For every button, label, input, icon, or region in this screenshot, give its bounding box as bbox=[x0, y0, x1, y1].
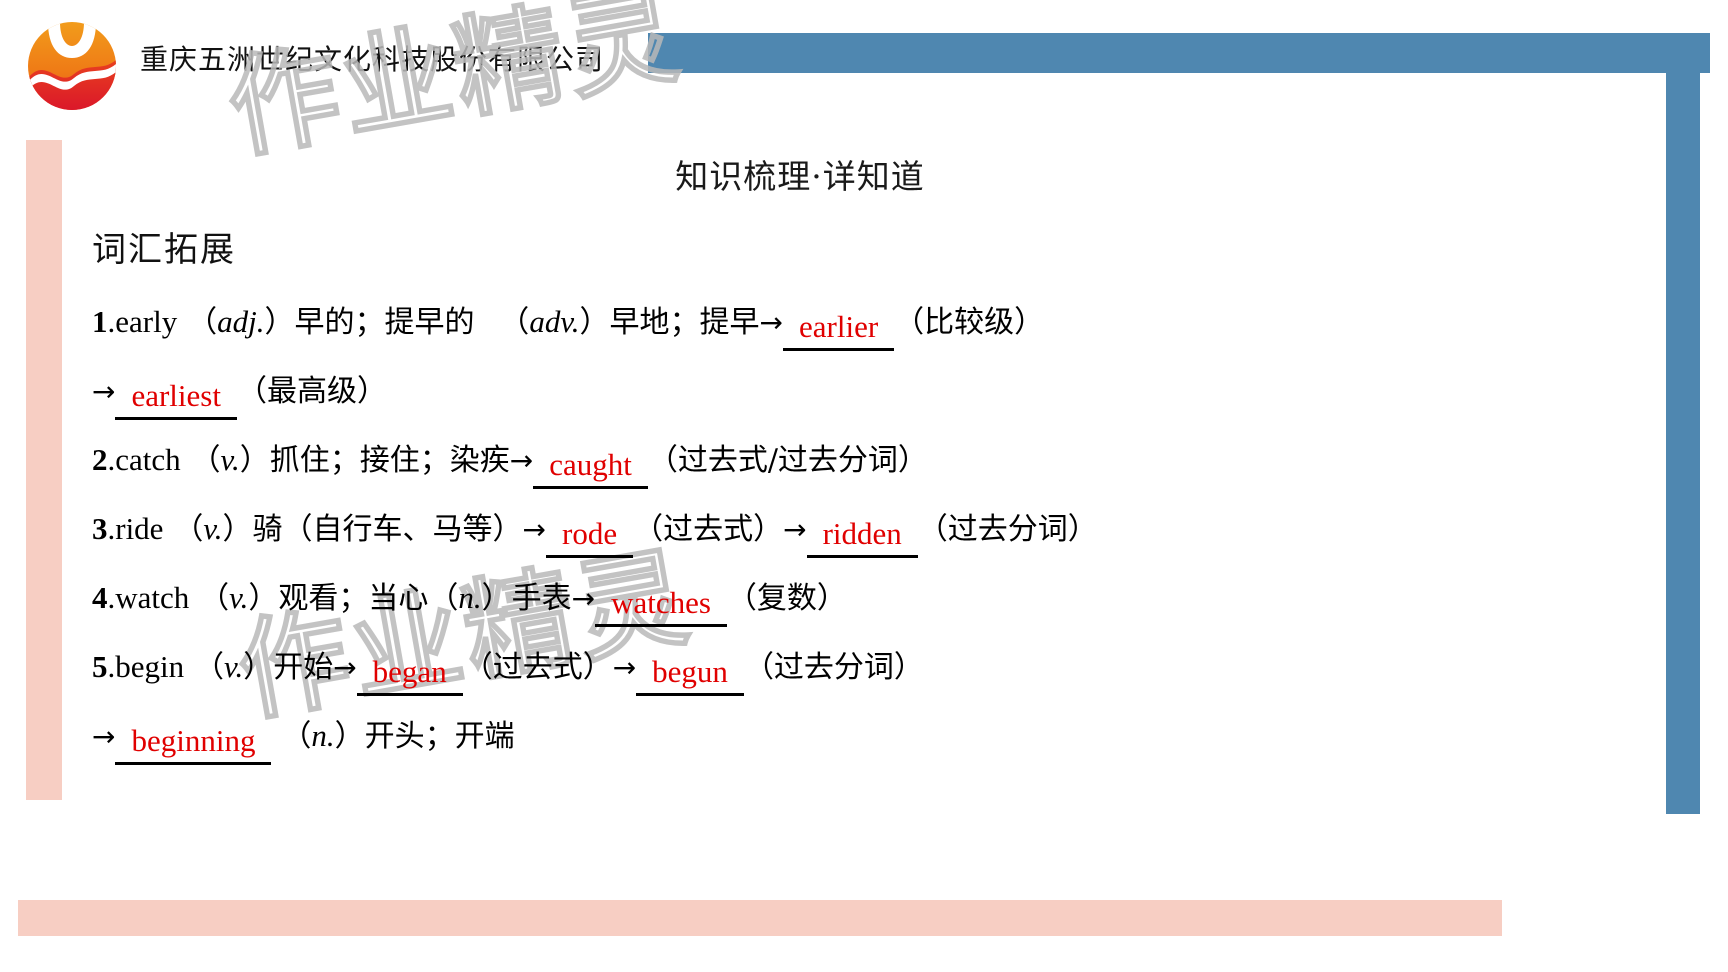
answer-note: （过去式） bbox=[462, 650, 613, 685]
list-item: 4.watch （v.）观看；当心（n.）手表→ watches （复数） bbox=[92, 564, 1652, 633]
part-of-speech: adv. bbox=[529, 304, 580, 339]
answer-note: （过去式/过去分词） bbox=[647, 443, 928, 478]
list-item-continued: → earliest （最高级） bbox=[92, 357, 1652, 426]
arrow-icon: → bbox=[612, 651, 637, 684]
item-number: 4 bbox=[92, 580, 108, 615]
list-item: 5.begin （v.）开始→ began （过去式）→ begun （过去分词） bbox=[92, 633, 1652, 702]
headword: ride bbox=[115, 511, 164, 546]
meaning: 骑（自行车、马等） bbox=[252, 512, 523, 547]
item-number: 3 bbox=[92, 511, 108, 546]
answer-blank[interactable]: earlier bbox=[783, 307, 895, 351]
part-of-speech: n. bbox=[311, 718, 335, 753]
answer-blank[interactable]: watches bbox=[595, 583, 727, 627]
answer-blank[interactable]: rode bbox=[546, 514, 634, 558]
headword: early bbox=[115, 304, 178, 339]
meaning: 开始 bbox=[273, 650, 334, 685]
part-of-speech: adj. bbox=[217, 304, 265, 339]
answer-note: （最高级） bbox=[236, 374, 387, 409]
slide-content: 知识梳理·详知道 词汇拓展 1.early （adj.）早的；提早的 （adv.… bbox=[0, 0, 1728, 972]
answer-note: （比较级） bbox=[894, 305, 1045, 340]
part-of-speech: n. bbox=[458, 580, 482, 615]
meaning: 手表 bbox=[511, 581, 572, 616]
arrow-icon: → bbox=[92, 720, 116, 753]
list-item-continued: → beginning （n.）开头；开端 bbox=[92, 702, 1652, 771]
meaning: 早地；提早 bbox=[609, 305, 760, 340]
arrow-icon: → bbox=[92, 375, 116, 408]
part-of-speech: v. bbox=[223, 649, 244, 684]
meaning: 抓住；接住；染疾 bbox=[269, 443, 510, 478]
slide-page: 重庆五洲世纪文化科技股份有限公司 作业精灵 作业精灵 知识梳理·详知道 词汇拓展… bbox=[0, 0, 1728, 972]
arrow-icon: → bbox=[509, 444, 534, 477]
answer-blank[interactable]: earliest bbox=[115, 376, 237, 420]
arrow-icon: → bbox=[759, 306, 783, 339]
part-of-speech: v. bbox=[203, 511, 223, 546]
list-item: 1.early （adj.）早的；提早的 （adv.）早地；提早→ earlier… bbox=[92, 288, 1652, 357]
part-of-speech: v. bbox=[220, 442, 240, 477]
headword: catch bbox=[115, 442, 181, 477]
arrow-icon: → bbox=[333, 651, 357, 684]
item-number: 2 bbox=[92, 442, 108, 477]
meaning: 观看；当心 bbox=[278, 581, 429, 616]
part-of-speech: v. bbox=[229, 580, 249, 615]
answer-note: （过去分词） bbox=[743, 650, 924, 685]
headword: begin bbox=[115, 649, 185, 684]
section-heading: 词汇拓展 bbox=[92, 230, 236, 270]
answer-blank[interactable]: ridden bbox=[806, 514, 918, 558]
meaning: 早的；提早的 bbox=[294, 305, 475, 340]
list-item: 2.catch （v.）抓住；接住；染疾→ caught （过去式/过去分词） bbox=[92, 426, 1652, 495]
page-title: 知识梳理·详知道 bbox=[675, 157, 925, 196]
answer-blank[interactable]: began bbox=[356, 652, 463, 696]
answer-note: （过去分词） bbox=[917, 512, 1098, 547]
vocabulary-list: 1.early （adj.）早的；提早的 （adv.）早地；提早→ earlier… bbox=[92, 288, 1652, 771]
answer-note: （过去式） bbox=[633, 512, 784, 547]
headword: watch bbox=[115, 580, 190, 615]
item-number: 1 bbox=[92, 304, 108, 339]
answer-blank[interactable]: begun bbox=[636, 652, 744, 696]
answer-blank[interactable]: caught bbox=[533, 445, 648, 489]
arrow-icon: → bbox=[522, 513, 546, 546]
list-item: 3.ride （v.）骑（自行车、马等）→ rode （过去式）→ ridden （过去… bbox=[92, 495, 1652, 564]
meaning: 开头；开端 bbox=[364, 719, 515, 754]
item-number: 5 bbox=[92, 649, 108, 684]
arrow-icon: → bbox=[783, 513, 807, 546]
answer-note: （复数） bbox=[726, 581, 847, 616]
answer-blank[interactable]: beginning bbox=[115, 721, 272, 765]
arrow-icon: → bbox=[571, 582, 596, 615]
